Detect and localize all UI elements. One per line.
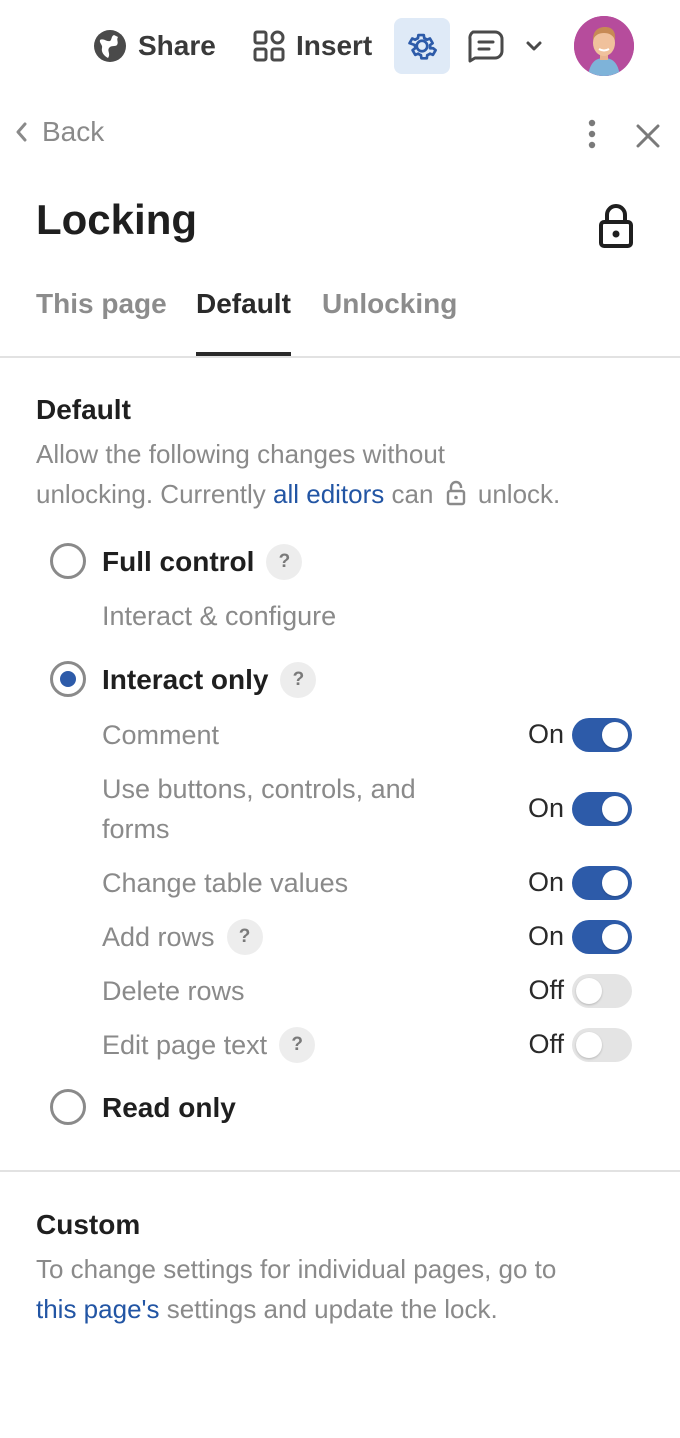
comment-icon <box>468 30 504 63</box>
tab-unlocking[interactable]: Unlocking <box>322 288 457 356</box>
permission-edit-page-text: Edit page text ? <box>102 1025 482 1065</box>
radio-full-control[interactable] <box>50 543 86 579</box>
more-vertical-icon <box>588 119 596 149</box>
comment-dropdown-button[interactable] <box>522 34 546 58</box>
permission-edit-page-text-label: Edit page text <box>102 1030 268 1060</box>
tab-default[interactable]: Default <box>196 288 291 356</box>
unlock-icon <box>446 480 465 506</box>
toggle-edit-page-text[interactable] <box>572 1028 632 1062</box>
description-line-2: unlocking. Currently all editors can unl… <box>36 474 646 514</box>
toggle-add-rows[interactable] <box>572 920 632 954</box>
option-full-control[interactable]: Full control ? <box>102 544 303 580</box>
option-read-only[interactable]: Read only <box>102 1092 236 1124</box>
radio-interact-only[interactable] <box>50 661 86 697</box>
custom-description-line-2: this page's settings and update the lock… <box>36 1289 646 1329</box>
permission-comment-label: Comment <box>102 720 220 750</box>
help-icon[interactable]: ? <box>266 544 303 580</box>
gear-icon <box>408 33 437 60</box>
avatar-portrait <box>574 16 634 76</box>
grid-icon <box>253 30 285 62</box>
option-read-only-label: Read only <box>102 1092 236 1123</box>
close-icon <box>636 124 660 148</box>
all-editors-link[interactable]: all editors <box>273 479 384 509</box>
permission-delete-rows-label: Delete rows <box>102 976 245 1006</box>
help-icon[interactable]: ? <box>226 919 263 955</box>
description-mid: can <box>384 479 441 509</box>
permission-table-values-label: Change table values <box>102 868 349 898</box>
custom-section-title: Custom <box>36 1209 141 1240</box>
description-suffix: unlock. <box>470 479 561 509</box>
page-title: Locking <box>36 196 198 243</box>
chevron-down-icon <box>526 41 542 51</box>
section-divider <box>0 1170 680 1172</box>
custom-section-description: To change settings for individual pages,… <box>36 1249 646 1329</box>
permission-buttons-label: Use buttons, controls, and forms <box>102 774 416 844</box>
more-options-button[interactable] <box>580 118 604 150</box>
permission-delete-rows-state: Off <box>528 975 564 1005</box>
option-full-control-subtitle: Interact & configure <box>102 601 337 631</box>
avatar[interactable] <box>574 16 634 76</box>
custom-description-line-1: To change settings for individual pages,… <box>36 1254 557 1284</box>
insert-button[interactable]: Insert <box>252 26 372 66</box>
radio-read-only[interactable] <box>50 1089 86 1125</box>
option-full-control-label: Full control <box>102 546 255 577</box>
chevron-left-icon <box>16 122 27 142</box>
permission-comment-state: On <box>527 719 564 749</box>
top-toolbar: Share Insert <box>0 0 680 92</box>
permission-add-rows: Add rows ? <box>102 917 482 957</box>
description-line-1: Allow the following changes without <box>36 439 446 469</box>
option-interact-only-label: Interact only <box>102 664 269 695</box>
share-label: Share <box>138 30 216 61</box>
description-prefix: unlocking. Currently <box>36 479 273 509</box>
close-button[interactable] <box>632 120 664 152</box>
permission-add-rows-label: Add rows <box>102 922 215 952</box>
settings-button[interactable] <box>394 18 450 74</box>
this-page-link[interactable]: this page's <box>36 1294 160 1324</box>
insert-label: Insert <box>296 30 373 61</box>
toggle-comment[interactable] <box>572 718 632 752</box>
lock-icon[interactable] <box>596 202 636 250</box>
panel-nav: Back <box>0 108 680 160</box>
option-interact-only[interactable]: Interact only ? <box>102 662 317 698</box>
back-button[interactable]: Back <box>14 116 104 148</box>
comment-button[interactable] <box>466 28 506 64</box>
toggle-buttons-controls-forms[interactable] <box>572 792 632 826</box>
permission-buttons-state: On <box>527 793 564 823</box>
share-button[interactable]: Share <box>92 26 216 66</box>
default-section-description: Allow the following changes without unlo… <box>36 434 646 514</box>
tab-bar: This page Default Unlocking <box>0 280 680 358</box>
custom-description-suffix: settings and update the lock. <box>159 1294 498 1324</box>
help-icon[interactable]: ? <box>279 1027 316 1063</box>
toggle-change-table-values[interactable] <box>572 866 632 900</box>
tab-this-page[interactable]: This page <box>36 288 167 356</box>
help-icon[interactable]: ? <box>280 662 317 698</box>
permission-edit-page-text-state: Off <box>528 1029 564 1059</box>
back-label: Back <box>42 116 105 147</box>
default-section-title: Default <box>36 394 131 425</box>
globe-icon <box>94 30 126 62</box>
permission-table-values-state: On <box>527 867 564 897</box>
permission-add-rows-state: On <box>527 921 564 951</box>
toggle-delete-rows[interactable] <box>572 974 632 1008</box>
